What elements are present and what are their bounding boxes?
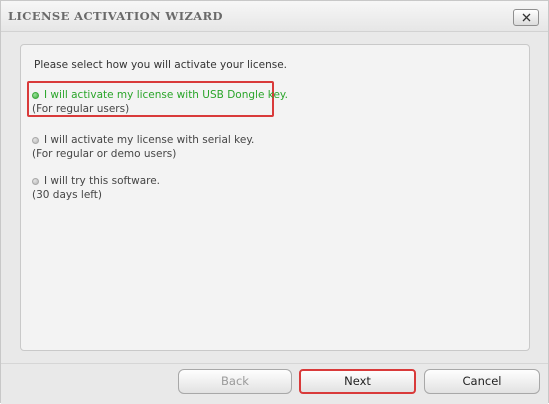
- next-button[interactable]: Next: [299, 369, 416, 394]
- option-sublabel: (For regular or demo users): [32, 148, 177, 160]
- window-title: LICENSE ACTIVATION WIZARD: [8, 9, 223, 23]
- option-sublabel: (30 days left): [32, 189, 103, 201]
- close-x-icon: [522, 13, 531, 22]
- option-label: I will activate my license with serial k…: [44, 134, 255, 146]
- instruction-text: Please select how you will activate your…: [34, 59, 287, 71]
- option-trial[interactable]: I will try this software. (30 days left): [30, 175, 280, 203]
- option-sublabel: (For regular users): [32, 103, 130, 115]
- back-button[interactable]: Back: [178, 369, 292, 394]
- title-bar: LICENSE ACTIVATION WIZARD: [1, 1, 548, 32]
- cancel-button[interactable]: Cancel: [424, 369, 540, 394]
- content-panel: Please select how you will activate your…: [20, 44, 530, 351]
- radio-unselected-icon[interactable]: [32, 137, 39, 144]
- button-bar: Back Next Cancel: [1, 363, 548, 404]
- radio-selected-icon[interactable]: [32, 92, 39, 99]
- option-serial-key[interactable]: I will activate my license with serial k…: [30, 134, 280, 162]
- radio-unselected-icon[interactable]: [32, 178, 39, 185]
- option-label: I will activate my license with USB Dong…: [44, 89, 288, 101]
- license-activation-dialog: LICENSE ACTIVATION WIZARD Please select …: [0, 0, 549, 404]
- close-button[interactable]: [513, 9, 539, 26]
- option-label: I will try this software.: [44, 175, 161, 187]
- option-usb-dongle[interactable]: I will activate my license with USB Dong…: [30, 89, 288, 117]
